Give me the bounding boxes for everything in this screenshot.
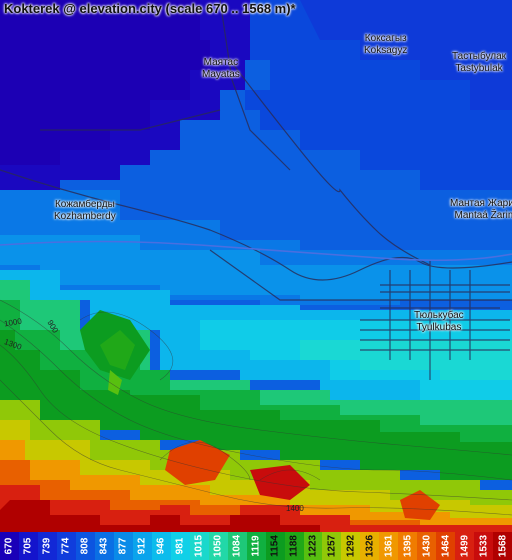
place-name-local: Мантая Жарим — [450, 198, 512, 209]
legend-value: 1257 — [326, 534, 338, 558]
legend-value: 877 — [117, 537, 129, 555]
elevation-map[interactable]: Kokterek @ elevation.city (scale 670 .. … — [0, 0, 512, 532]
place-name-local: Тюлькубас — [414, 310, 464, 321]
place-name-latin: Tyulkubas — [416, 322, 462, 333]
place-name-latin: Kozhamberdy — [54, 211, 116, 222]
legend-swatch: 1395 — [398, 532, 418, 560]
legend-value: 1015 — [193, 534, 205, 558]
legend-value: 1188 — [288, 535, 300, 557]
contour-label: 1400 — [286, 504, 304, 513]
legend-value: 774 — [60, 537, 72, 555]
map-title: Kokterek @ elevation.city (scale 670 .. … — [4, 1, 296, 16]
place-name-latin: Mantaá Žarim — [454, 210, 512, 221]
legend-value: 808 — [79, 537, 91, 555]
legend-swatch: 808 — [75, 532, 95, 560]
legend-swatch: 981 — [170, 532, 190, 560]
legend-value: 1292 — [345, 534, 357, 558]
legend-value: 1568 — [497, 534, 509, 558]
legend-swatch: 1326 — [360, 532, 380, 560]
legend-swatch: 1084 — [227, 532, 247, 560]
place-name-local: Коксагыз — [364, 33, 407, 44]
legend-swatch: 1119 — [246, 532, 266, 560]
legend-value: 1119 — [250, 535, 262, 557]
legend-swatch: 774 — [56, 532, 76, 560]
legend-swatch: 1050 — [208, 532, 228, 560]
legend-value: 843 — [98, 537, 110, 555]
place-name-local: Тастыбулак — [452, 51, 507, 62]
legend-value: 670 — [3, 537, 15, 555]
legend-swatch: 912 — [132, 532, 152, 560]
place-name-latin: Koksagyz — [364, 45, 408, 56]
legend-swatch: 1015 — [189, 532, 209, 560]
place-label-kozhamberdy[interactable]: Кожамберды Kozhamberdy — [54, 199, 116, 223]
legend-swatch: 1223 — [303, 532, 323, 560]
legend-swatch: 739 — [37, 532, 57, 560]
terrain-layer — [0, 0, 512, 532]
legend-swatch: 1292 — [341, 532, 361, 560]
legend-swatch: 1464 — [436, 532, 456, 560]
legend-value: 1430 — [421, 534, 433, 558]
legend-swatch: 705 — [18, 532, 38, 560]
place-name-local: Кожамберды — [54, 199, 115, 210]
legend-swatch: 1188 — [284, 532, 304, 560]
place-label-tastybulak[interactable]: Тастыбулак Tastybulak — [452, 51, 506, 75]
place-label-tyulkubas[interactable]: Тюлькубас Tyulkubas — [414, 310, 464, 334]
place-label-koksagyz[interactable]: Коксагыз Koksagyz — [364, 33, 407, 57]
legend-swatch: 1361 — [379, 532, 399, 560]
place-name-latin: Mayatas — [202, 69, 240, 80]
legend-value: 1361 — [383, 534, 395, 558]
legend-value: 981 — [174, 537, 186, 555]
legend-value: 705 — [22, 537, 34, 555]
place-label-mantaa-zarim[interactable]: Мантая Жарим Mantaá Žarim — [450, 198, 512, 222]
legend-swatch: 1533 — [474, 532, 494, 560]
place-name-local: Маятас — [203, 57, 239, 68]
legend-value: 912 — [136, 537, 148, 555]
legend-value: 1533 — [478, 534, 490, 558]
elevation-legend: 670 705 739 774 808 843 877 912 946 981 1015 1050 10… — [0, 532, 512, 560]
legend-value: 1499 — [459, 534, 471, 558]
legend-swatch: 1154 — [265, 532, 285, 560]
legend-value: 1464 — [440, 534, 452, 558]
legend-value: 1326 — [364, 534, 376, 558]
legend-swatch: 1257 — [322, 532, 342, 560]
legend-value: 946 — [155, 537, 167, 555]
legend-value: 1050 — [212, 534, 224, 558]
legend-value: 1084 — [231, 534, 243, 558]
legend-value: 739 — [41, 537, 53, 555]
legend-swatch: 946 — [151, 532, 171, 560]
legend-value: 1223 — [307, 534, 319, 558]
place-name-latin: Tastybulak — [455, 63, 503, 74]
legend-swatch: 877 — [113, 532, 133, 560]
place-label-mayatas[interactable]: Маятас Mayatas — [202, 57, 240, 81]
legend-swatch: 843 — [94, 532, 114, 560]
legend-swatch: 1430 — [417, 532, 437, 560]
legend-value: 1154 — [269, 535, 281, 557]
legend-value: 1395 — [402, 534, 414, 558]
legend-swatch: 1499 — [455, 532, 475, 560]
legend-swatch: 670 — [0, 532, 19, 560]
legend-swatch: 1568 — [493, 532, 512, 560]
